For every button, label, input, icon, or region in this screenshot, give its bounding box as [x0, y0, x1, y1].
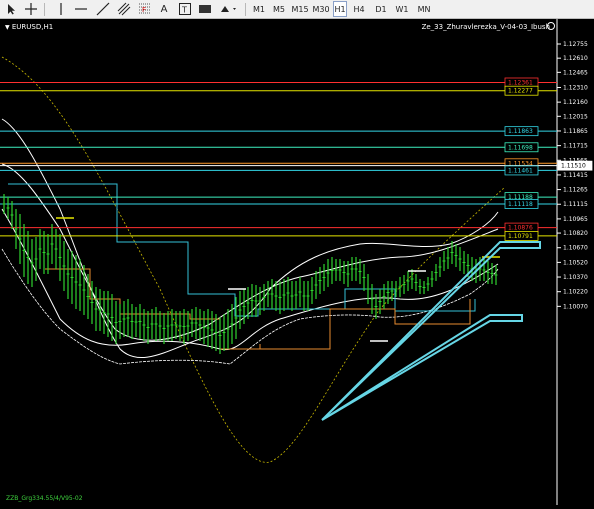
price-scale-label: 1.10820 [563, 230, 588, 237]
level-1-11698-tag-text: 1.11698 [508, 144, 533, 151]
timeframe-m5[interactable]: M5 [271, 1, 287, 17]
footer-label: ZZB_Grg334.55/4/V95-02 [6, 495, 83, 502]
crosshair-icon[interactable] [23, 1, 39, 17]
price-scale-label: 1.12015 [563, 113, 588, 120]
timeframe-mn[interactable]: MN [416, 1, 432, 17]
level-1-12277-tag-text: 1.12277 [508, 88, 533, 95]
price-scale-label: 1.10370 [563, 274, 588, 281]
shapes-dropdown-icon[interactable] [218, 1, 240, 17]
timeframe-m30[interactable]: M30 [311, 1, 331, 17]
level-1-12361-tag-text: 1.12361 [508, 79, 533, 86]
timeframe-m1[interactable]: M1 [251, 1, 267, 17]
equidistant-channel-icon[interactable] [116, 1, 132, 17]
symbol-text: EURUSD,H1 [11, 23, 54, 31]
drawn-triangle-lower [321, 314, 523, 421]
indicator-text: Ze_33_Zhuravlerezka_V-04-03_Ibush [421, 23, 550, 31]
svg-text:T: T [181, 6, 187, 15]
indicator-label: Ze_33_Zhuravlerezka_V-04-03_Ibush [422, 23, 550, 31]
toolbar: F A T M1 M5 M15 M30 H1 H4 D1 W1 MN [0, 0, 594, 19]
rectangle-icon[interactable] [197, 1, 213, 17]
price-scale-label: 1.12610 [563, 55, 588, 62]
level-1-11461-tag-text: 1.11461 [508, 167, 533, 174]
timeframe-h4[interactable]: H4 [352, 1, 366, 17]
price-scale-label: 1.10220 [563, 289, 588, 296]
price-scale-label: 1.10520 [563, 259, 588, 266]
chart-area[interactable]: 1.12755 1.12610 1.12465 1.12310 1.12160 1.120… [0, 19, 594, 505]
text-icon[interactable]: A [158, 1, 170, 17]
level-1-11118-tag-text: 1.11118 [508, 201, 533, 208]
svg-text:F: F [142, 6, 146, 14]
price-scale-label: 1.12465 [563, 69, 588, 76]
price-scale-label: 1.12755 [563, 41, 588, 48]
level-1-10876-tag-text: 1.10876 [508, 225, 533, 232]
level-1-10791-tag-text: 1.10791 [508, 233, 533, 240]
level-1-11863-tag-text: 1.11863 [508, 128, 533, 135]
price-scale-label: 1.12310 [563, 84, 588, 91]
price-scale-label: 1.11115 [563, 201, 588, 208]
vertical-line-icon[interactable] [55, 1, 67, 17]
price-chart[interactable]: 1.12755 1.12610 1.12465 1.12310 1.12160 1.120… [0, 19, 594, 505]
cursor-icon[interactable] [4, 1, 18, 17]
price-scale-label: 1.11865 [563, 128, 588, 135]
text-label-icon[interactable]: T [177, 1, 193, 17]
fibonacci-icon[interactable]: F [137, 1, 153, 17]
timeframe-h1[interactable]: H1 [333, 1, 347, 17]
price-scale-label: 1.11415 [563, 172, 588, 179]
price-scale-label: 1.12160 [563, 99, 588, 106]
price-scale-label: 1.11715 [563, 143, 588, 150]
timeframe-w1[interactable]: W1 [395, 1, 409, 17]
trendline-icon[interactable] [95, 1, 111, 17]
price-scale-label: 1.10670 [563, 245, 588, 252]
symbol-label: ▼ EURUSD,H1 [5, 23, 54, 31]
slow-ma-dotted [1, 56, 506, 463]
price-scale-label: 1.11265 [563, 187, 588, 194]
smiley-icon [547, 22, 555, 30]
price-scale-label: 1.10965 [563, 216, 588, 223]
timeframe-m15[interactable]: M15 [291, 1, 309, 17]
price-scale-label: 1.10070 [563, 303, 588, 310]
timeframe-d1[interactable]: D1 [374, 1, 388, 17]
level-1-11510-tag-text: 1.11510 [561, 163, 586, 170]
horizontal-line-icon[interactable] [73, 1, 89, 17]
